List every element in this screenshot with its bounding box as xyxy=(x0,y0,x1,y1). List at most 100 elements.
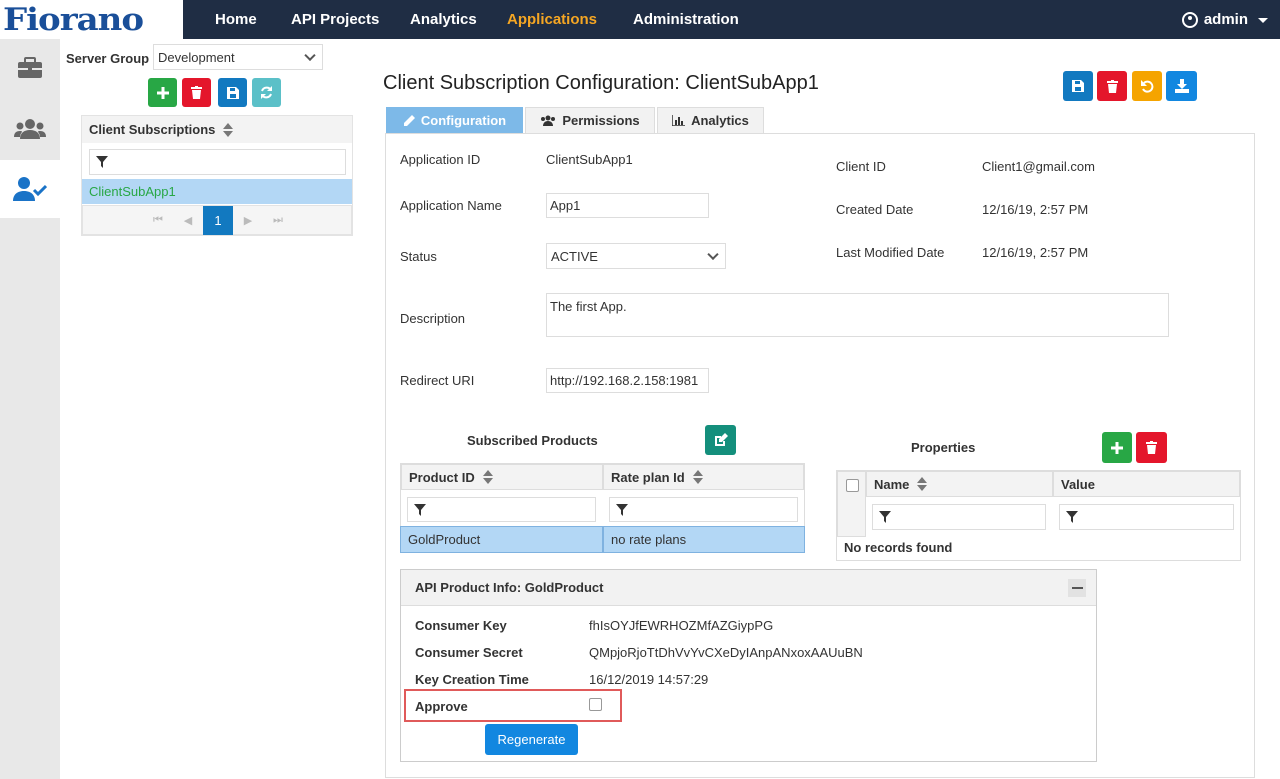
application-name-label: Application Name xyxy=(400,198,502,213)
tab-configuration[interactable]: Configuration xyxy=(386,107,523,133)
trash-icon xyxy=(191,86,202,99)
save-icon xyxy=(226,86,239,99)
last-modified-label: Last Modified Date xyxy=(836,245,945,260)
key-creation-value: 16/12/2019 14:57:29 xyxy=(589,672,709,687)
column-header-name[interactable]: Name xyxy=(866,471,1053,497)
rate-plan-filter[interactable] xyxy=(609,497,798,522)
save-icon xyxy=(1072,80,1084,92)
rail-item-projects[interactable] xyxy=(0,39,60,97)
redirect-uri-input[interactable]: http://192.168.2.158:1981 xyxy=(546,368,709,393)
sort-icon xyxy=(482,470,493,484)
pencil-icon xyxy=(403,114,415,126)
approve-checkbox[interactable] xyxy=(589,698,602,711)
download-button[interactable] xyxy=(1166,71,1197,101)
nav-administration[interactable]: Administration xyxy=(633,0,739,39)
tab-permissions[interactable]: Permissions xyxy=(525,107,655,133)
list-item[interactable]: ClientSubApp1 xyxy=(82,179,352,204)
delete-button[interactable] xyxy=(1097,71,1127,101)
created-date-label: Created Date xyxy=(836,202,914,217)
tab-analytics[interactable]: Analytics xyxy=(657,107,764,133)
approve-label: Approve xyxy=(415,699,468,714)
sort-icon xyxy=(223,122,234,137)
client-subscriptions-filter[interactable] xyxy=(89,149,346,175)
page-title: Client Subscription Configuration: Clien… xyxy=(383,72,819,94)
regenerate-button[interactable]: Regenerate xyxy=(485,724,578,755)
name-filter[interactable] xyxy=(872,504,1046,530)
undo-button[interactable] xyxy=(1132,71,1162,101)
download-icon xyxy=(1174,79,1189,93)
select-all-checkbox[interactable] xyxy=(846,479,859,492)
nav-analytics[interactable]: Analytics xyxy=(410,0,477,39)
chevron-down-icon xyxy=(707,248,719,261)
application-name-input[interactable]: App1 xyxy=(546,193,709,218)
tab-configuration-label: Configuration xyxy=(420,113,507,128)
column-header-product-id[interactable]: Product ID xyxy=(401,464,603,490)
prev-page-icon[interactable]: ◀ xyxy=(173,206,203,235)
value-filter[interactable] xyxy=(1059,504,1234,530)
consumer-secret-value: QMpjoRjoTtDhVvYvCXeDyIAnpANxoxAAUuBN xyxy=(589,645,863,660)
properties-title: Properties xyxy=(911,440,976,455)
edit-icon xyxy=(714,433,728,446)
top-navbar: Fiorano Home API Projects Analytics Appl… xyxy=(0,0,1280,39)
column-header-rate-plan-id[interactable]: Rate plan Id xyxy=(603,464,804,490)
description-label: Description xyxy=(400,311,466,326)
add-property-button[interactable] xyxy=(1102,432,1132,463)
filter-icon xyxy=(879,511,891,523)
redirect-uri-label: Redirect URI xyxy=(400,373,475,388)
table-row-rate-plan[interactable]: no rate plans xyxy=(603,526,805,553)
tab-permissions-label: Permissions xyxy=(562,113,640,128)
user-name: admin xyxy=(1203,11,1248,28)
collapse-icon[interactable] xyxy=(1068,579,1086,597)
column-header-value[interactable]: Value xyxy=(1053,471,1240,497)
last-modified-value: 12/16/19, 2:57 PM xyxy=(982,245,1089,260)
caret-down-icon xyxy=(1258,18,1268,23)
created-date-value: 12/16/19, 2:57 PM xyxy=(982,202,1089,217)
status-value: ACTIVE xyxy=(551,248,598,264)
tab-analytics-label: Analytics xyxy=(691,113,749,128)
edit-products-button[interactable] xyxy=(705,425,736,455)
no-records-text: No records found xyxy=(844,540,953,555)
rail-item-users[interactable] xyxy=(0,100,60,158)
save-subscription-button[interactable] xyxy=(218,78,247,107)
plus-icon xyxy=(156,86,169,99)
last-page-icon[interactable]: ⏭ xyxy=(263,206,293,235)
application-id-label: Application ID xyxy=(400,152,481,167)
product-id-filter[interactable] xyxy=(407,497,596,522)
client-id-value: Client1@gmail.com xyxy=(982,159,1095,174)
rail-item-client-subscriptions[interactable] xyxy=(0,160,60,218)
refresh-subscriptions-button[interactable] xyxy=(252,78,281,107)
first-page-icon[interactable]: ⏮ xyxy=(143,206,173,235)
table-row-product-id[interactable]: GoldProduct xyxy=(400,526,603,553)
status-select[interactable]: ACTIVE xyxy=(546,243,726,269)
server-group-select[interactable]: Development xyxy=(153,44,323,70)
nav-applications[interactable]: Applications xyxy=(507,0,597,39)
users-icon xyxy=(541,115,556,126)
description-textarea[interactable]: The first App. xyxy=(546,293,1169,337)
undo-icon xyxy=(1140,79,1153,93)
pager: ⏮ ◀ 1 ▶ ⏭ xyxy=(82,205,352,235)
delete-subscription-button[interactable] xyxy=(182,78,211,107)
delete-property-button[interactable] xyxy=(1136,432,1167,463)
user-check-icon xyxy=(13,177,47,201)
page-button-current[interactable]: 1 xyxy=(203,206,233,235)
sort-icon xyxy=(917,477,928,491)
user-icon xyxy=(1181,11,1198,28)
server-group-value: Development xyxy=(158,49,235,65)
trash-icon xyxy=(1146,441,1157,454)
left-rail xyxy=(0,39,60,779)
next-page-icon[interactable]: ▶ xyxy=(233,206,263,235)
filter-icon xyxy=(616,503,628,516)
add-subscription-button[interactable] xyxy=(148,78,177,107)
column-header-label: Product ID xyxy=(409,469,475,485)
key-creation-label: Key Creation Time xyxy=(415,672,529,687)
nav-home[interactable]: Home xyxy=(215,0,257,39)
column-header-label: Value xyxy=(1061,476,1095,492)
server-group-label: Server Group xyxy=(66,51,150,66)
nav-api-projects[interactable]: API Projects xyxy=(291,0,379,39)
client-subscriptions-header[interactable]: Client Subscriptions xyxy=(82,116,352,143)
user-menu[interactable]: admin xyxy=(1181,0,1268,39)
api-product-info-header: API Product Info: GoldProduct xyxy=(401,570,1096,606)
fiorano-logo[interactable]: Fiorano xyxy=(0,0,183,39)
save-button[interactable] xyxy=(1063,71,1093,101)
briefcase-icon xyxy=(18,57,42,78)
